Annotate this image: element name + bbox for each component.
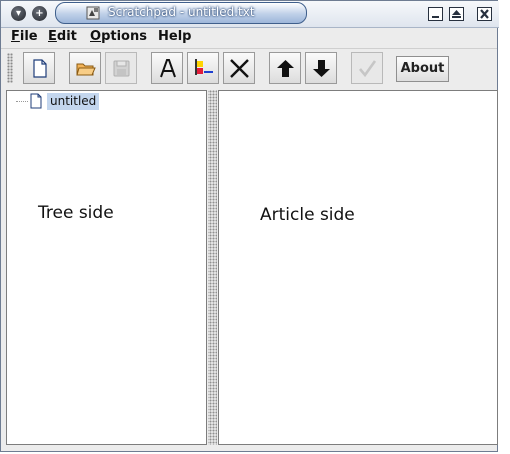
move-up-button[interactable] <box>269 52 301 84</box>
split-pane-divider[interactable] <box>208 90 217 445</box>
tree-node-untitled[interactable]: untitled <box>47 93 100 110</box>
document-icon <box>30 93 42 109</box>
toolbar: About <box>1 49 497 87</box>
menu-edit[interactable]: Edit <box>48 29 77 44</box>
open-folder-icon <box>76 63 96 76</box>
move-down-button[interactable] <box>305 52 337 84</box>
title-pill: Scratchpad - untitled.txt <box>55 2 307 24</box>
delete-x-icon <box>230 59 249 78</box>
tree-connector <box>16 101 28 103</box>
article-side-caption: Article side <box>260 205 355 225</box>
menu-file-mnemonic: F <box>11 29 20 44</box>
app-window: ▾ + Scratchpad - untitled.txt File Edit … <box>0 0 499 452</box>
menu-options-mnemonic: O <box>90 29 102 44</box>
maximize-icon[interactable] <box>449 7 464 21</box>
checkmark-icon <box>359 60 377 78</box>
move-up-arrow-icon <box>277 60 294 77</box>
delete-button[interactable] <box>223 52 255 84</box>
tree-panel[interactable]: untitled Tree side <box>6 90 207 445</box>
title-bar[interactable]: ▾ + Scratchpad - untitled.txt <box>1 1 499 28</box>
toolbar-grip[interactable] <box>7 53 13 83</box>
new-file-icon <box>33 59 47 78</box>
window-menu-chevron-icon[interactable]: ▾ <box>11 6 26 21</box>
open-button[interactable] <box>69 52 101 84</box>
tree-side-caption: Tree side <box>38 203 114 223</box>
close-icon[interactable] <box>477 7 492 21</box>
menu-bar: File Edit Options Help <box>1 28 497 49</box>
font-a-icon <box>160 59 176 78</box>
menu-help[interactable]: Help <box>158 29 191 44</box>
about-button[interactable]: About <box>396 56 449 82</box>
menu-options[interactable]: Options <box>90 29 147 44</box>
colors-icon <box>195 59 213 75</box>
menu-file-label: ile <box>19 29 38 44</box>
minimize-icon[interactable] <box>428 7 443 21</box>
apply-button[interactable] <box>351 52 383 84</box>
save-disk-icon <box>113 60 130 77</box>
menu-edit-label: dit <box>56 29 77 44</box>
app-icon <box>86 6 100 20</box>
move-down-arrow-icon <box>313 60 330 77</box>
article-panel[interactable]: Article side <box>218 90 498 445</box>
new-file-button[interactable] <box>23 52 55 84</box>
save-button[interactable] <box>105 52 137 84</box>
menu-options-label: ptions <box>101 29 147 44</box>
font-button[interactable] <box>151 52 183 84</box>
menu-file[interactable]: File <box>11 29 38 44</box>
colors-button[interactable] <box>187 52 219 84</box>
menu-edit-mnemonic: E <box>48 29 57 44</box>
window-sticky-plus-icon[interactable]: + <box>32 6 47 21</box>
menu-help-label: Help <box>158 29 192 44</box>
window-title: Scratchpad - untitled.txt <box>108 5 255 19</box>
